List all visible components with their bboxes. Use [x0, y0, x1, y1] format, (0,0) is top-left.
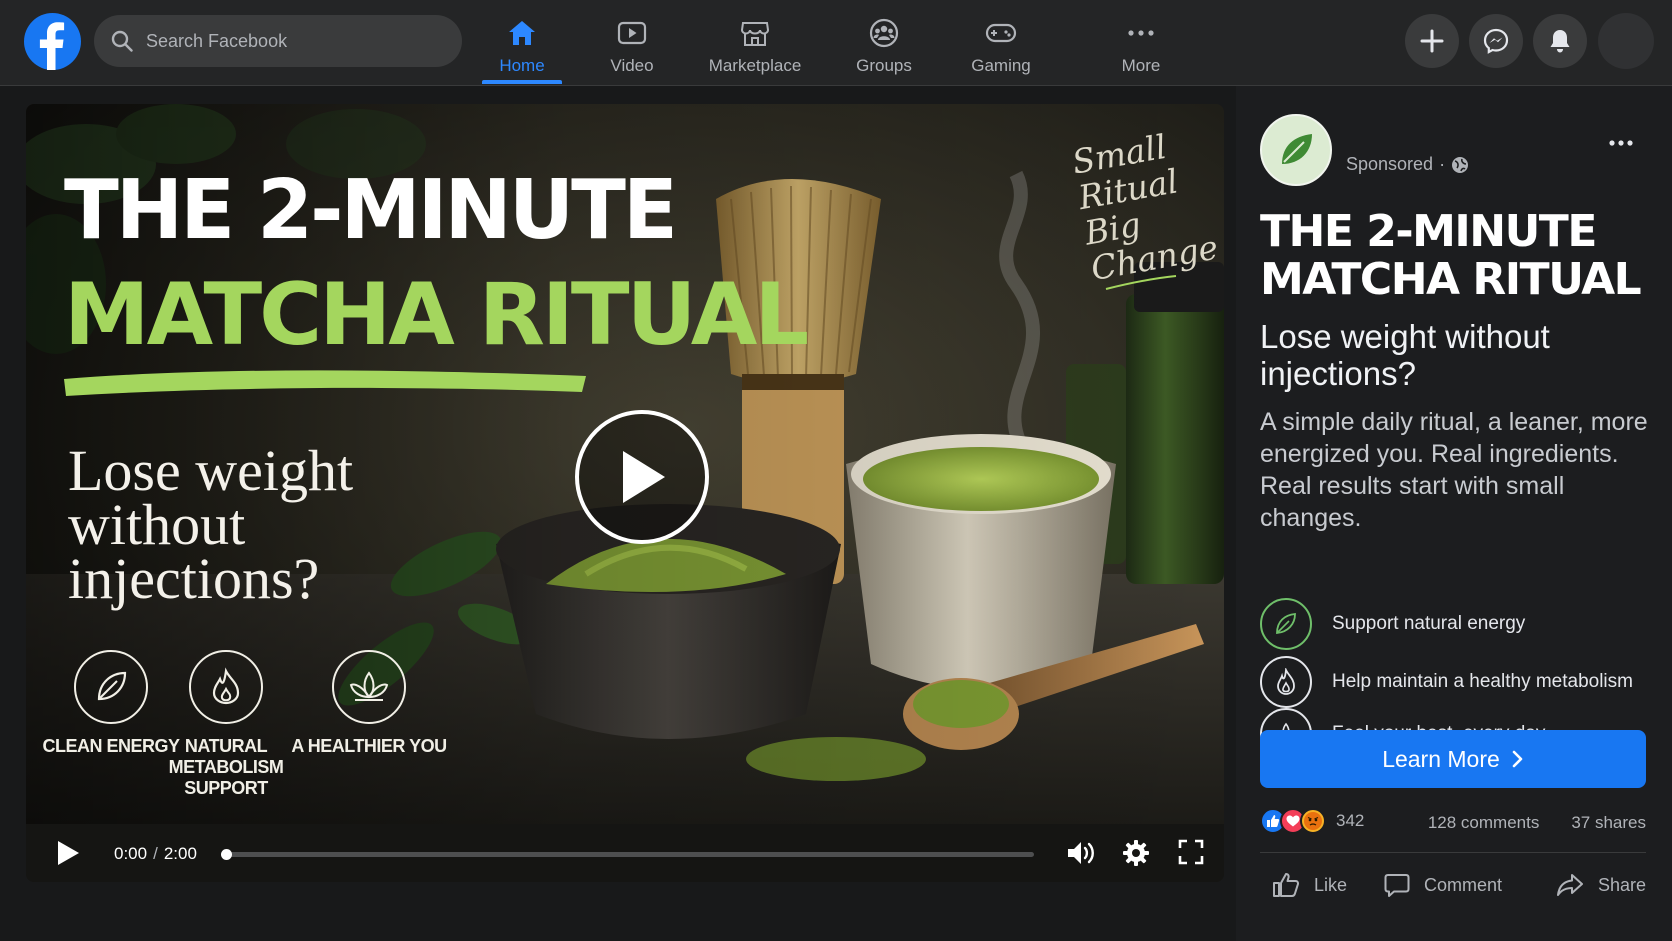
control-play-button[interactable]	[56, 840, 80, 871]
active-tab-indicator	[482, 80, 562, 84]
video-question-text: Lose weight without injections?	[68, 438, 354, 611]
ad-feature-energy: Support natural energy	[1260, 598, 1525, 650]
advertiser-avatar[interactable]	[1260, 114, 1332, 186]
profile-avatar[interactable]	[1598, 13, 1654, 69]
tab-label: Groups	[856, 56, 912, 75]
sponsored-label: Sponsored	[1346, 154, 1434, 174]
settings-button[interactable]	[1122, 839, 1150, 872]
tab-label: Gaming	[971, 56, 1031, 75]
fullscreen-button[interactable]	[1178, 839, 1204, 870]
tab-groups[interactable]: Groups	[843, 16, 925, 84]
video-headline-line2: MATCHA RITUAL	[64, 265, 809, 365]
volume-icon	[1068, 842, 1094, 864]
current-time: 0:00	[114, 844, 148, 863]
top-navigation-bar: Home Video Marketplace Groups Gaming Mor…	[0, 0, 1672, 86]
gear-icon	[1123, 840, 1149, 866]
tab-video[interactable]: Video	[597, 16, 667, 84]
video-headline-line1: THE 2-MINUTE	[64, 163, 678, 258]
learn-more-label: Learn More	[1382, 745, 1500, 772]
tab-marketplace[interactable]: Marketplace	[700, 16, 810, 84]
groups-icon	[869, 18, 899, 48]
sponsored-ad-panel: Sponsored · THE 2-MINUTE MATCHA RITUAL L…	[1236, 86, 1672, 941]
sponsored-label-row: Sponsored ·	[1346, 154, 1469, 175]
leaf-icon	[1276, 613, 1296, 634]
reactions-count: 342	[1336, 811, 1365, 830]
ad-title: THE 2-MINUTE MATCHA RITUAL	[1260, 206, 1642, 305]
comment-bubble-icon	[1384, 874, 1410, 897]
video-feature-healthier: A HEALTHIER YOU	[284, 650, 454, 757]
lotus-icon	[349, 671, 389, 701]
video-progress-bar[interactable]	[221, 849, 1034, 860]
video-script-tagline: Small Ritual Big Change	[1069, 126, 1221, 289]
separator-dot: ·	[1439, 154, 1446, 174]
video-time-display: 0:00/2:00	[114, 844, 197, 863]
search-icon	[111, 30, 133, 52]
shares-count[interactable]: 37 shares	[1571, 813, 1646, 833]
fullscreen-icon	[1178, 839, 1204, 865]
search-input[interactable]	[146, 30, 446, 52]
video-player[interactable]: THE 2-MINUTE MATCHA RITUAL Lose weight w…	[26, 104, 1224, 882]
post-options-button[interactable]	[1608, 134, 1634, 152]
gaming-icon	[985, 23, 1017, 43]
tab-more[interactable]: More	[1104, 16, 1178, 84]
marketplace-icon	[740, 22, 770, 46]
tab-label: Marketplace	[708, 56, 802, 75]
comment-label: Comment	[1424, 874, 1503, 895]
comments-count[interactable]: 128 comments	[1428, 813, 1540, 833]
ad-body-text: A simple daily ritual, a leaner, more en…	[1260, 408, 1648, 532]
search-bar[interactable]	[94, 15, 462, 67]
angry-reaction-icon	[1300, 808, 1326, 834]
video-icon	[617, 21, 647, 45]
tab-label: Home	[499, 56, 545, 75]
create-plus-icon	[1420, 29, 1444, 53]
share-arrow-icon	[1557, 874, 1583, 896]
ad-feature-label: Support natural energy	[1332, 613, 1526, 634]
messenger-icon	[1483, 28, 1509, 54]
flame-icon	[1277, 668, 1295, 695]
engagement-stats: 128 comments 37 shares	[1428, 813, 1646, 833]
ad-feature-metabolism: Help maintain a healthy metabolism	[1260, 656, 1633, 708]
notifications-bell-icon	[1550, 30, 1570, 53]
ad-feature-label: Help maintain a healthy metabolism	[1332, 671, 1633, 692]
comment-button[interactable]: Comment	[1384, 872, 1502, 898]
notifications-button[interactable]	[1533, 14, 1587, 68]
share-label: Share	[1598, 874, 1647, 895]
more-dots-icon	[1128, 30, 1154, 36]
video-feature-label: A HEALTHIER YOU	[291, 736, 447, 756]
create-button[interactable]	[1405, 14, 1459, 68]
messenger-button[interactable]	[1469, 14, 1523, 68]
duration: 2:00	[163, 844, 197, 863]
leaf-logo-icon	[1282, 134, 1312, 164]
play-icon	[623, 451, 665, 503]
flame-icon	[212, 667, 240, 705]
share-button[interactable]: Share	[1556, 872, 1646, 898]
play-video-button[interactable]	[575, 410, 709, 544]
tab-home[interactable]: Home	[482, 16, 562, 84]
tab-label: Video	[610, 56, 654, 75]
like-label: Like	[1314, 874, 1348, 895]
home-icon	[509, 21, 535, 45]
tab-gaming[interactable]: Gaming	[958, 16, 1044, 84]
divider	[1260, 852, 1646, 853]
reactions-summary[interactable]: 342	[1260, 808, 1364, 834]
tab-label: More	[1121, 56, 1161, 75]
progress-scrubber-handle[interactable]	[221, 849, 232, 860]
facebook-logo-icon[interactable]	[24, 13, 81, 70]
more-dots-icon	[1609, 140, 1633, 146]
video-controls-bar: 0:00/2:00	[26, 824, 1224, 882]
volume-button[interactable]	[1066, 839, 1096, 872]
learn-more-button[interactable]: Learn More	[1260, 730, 1646, 788]
chevron-right-icon	[1512, 750, 1523, 768]
play-icon	[58, 841, 79, 865]
leaf-icon	[97, 671, 127, 701]
thumbs-up-icon	[1273, 873, 1300, 897]
ad-subtitle: Lose weight without injections?	[1260, 318, 1550, 392]
globe-icon[interactable]	[1451, 156, 1469, 174]
like-button[interactable]: Like	[1272, 872, 1347, 898]
